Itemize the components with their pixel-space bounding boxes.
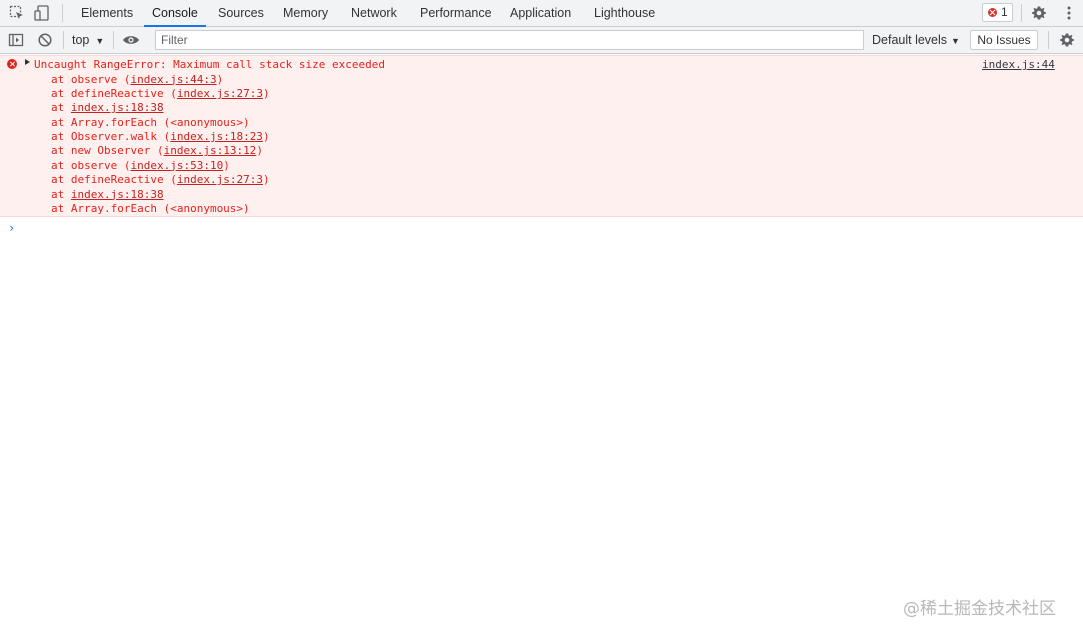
settings-gear-icon[interactable] <box>1031 5 1047 21</box>
live-expression-eye-icon[interactable] <box>122 32 139 48</box>
error-icon <box>7 59 17 69</box>
divider <box>62 4 63 22</box>
source-link[interactable]: index.js:44 <box>982 58 1055 72</box>
console-error-message: Uncaught RangeError: Maximum call stack … <box>0 55 1083 217</box>
stack-frame: at defineReactive (index.js:27:3) <box>51 173 270 187</box>
stack-frame-link[interactable]: index.js:13:12 <box>164 144 257 157</box>
device-toolbar-icon[interactable] <box>34 5 50 21</box>
stack-frame: at Array.forEach (<anonymous>) <box>51 115 250 129</box>
tab-lighthouse[interactable]: Lighthouse <box>594 0 655 26</box>
clear-console-icon[interactable] <box>37 32 53 48</box>
tab-elements[interactable]: Elements <box>81 0 133 26</box>
tab-memory[interactable]: Memory <box>283 0 328 26</box>
stack-trace: at observe (index.js:44:3) at defineReac… <box>51 73 270 217</box>
error-count: 1 <box>1001 5 1008 19</box>
tab-network[interactable]: Network <box>351 0 397 26</box>
error-count-badge[interactable]: 1 <box>982 3 1013 22</box>
context-label: top <box>72 33 90 47</box>
tab-sources[interactable]: Sources <box>218 0 264 26</box>
inspect-element-icon[interactable] <box>9 5 25 21</box>
divider <box>1021 4 1022 22</box>
divider <box>63 31 64 49</box>
stack-frame: at Observer.walk (index.js:18:23) <box>51 130 270 144</box>
stack-frame: at index.js:18:38 <box>51 101 164 115</box>
stack-frame: at defineReactive (index.js:27:3) <box>51 86 270 100</box>
stack-frame-link[interactable]: index.js:27:3 <box>177 87 263 100</box>
sidebar-toggle-icon[interactable] <box>8 32 24 48</box>
context-selector[interactable]: top ▼ <box>72 27 104 53</box>
console-prompt-icon[interactable]: › <box>8 221 15 235</box>
levels-label: Default levels <box>872 33 948 47</box>
console-settings-gear-icon[interactable] <box>1059 32 1075 48</box>
stack-frame: at observe (index.js:53:10) <box>51 158 230 172</box>
stack-frame-link[interactable]: index.js:18:38 <box>71 188 164 201</box>
stack-frame: at observe (index.js:44:3) <box>51 72 224 86</box>
watermark-text: @稀土掘金技术社区 <box>903 599 1056 619</box>
filter-input[interactable] <box>155 30 864 50</box>
stack-frame: at new Observer (index.js:13:12) <box>51 144 263 158</box>
more-options-icon[interactable] <box>1061 5 1077 21</box>
error-icon <box>988 8 997 17</box>
error-text: Uncaught RangeError: Maximum call stack … <box>34 58 385 71</box>
devtools-tabbar: Elements Console Sources Memory Network … <box>0 0 1083 27</box>
tab-application[interactable]: Application <box>510 0 571 26</box>
stack-frame: at Array.forEach (<anonymous>) <box>51 202 250 216</box>
tab-performance[interactable]: Performance <box>420 0 492 26</box>
divider <box>113 31 114 49</box>
stack-frame: at index.js:18:38 <box>51 187 164 201</box>
stack-frame-link[interactable]: index.js:44:3 <box>130 73 216 86</box>
divider <box>1048 31 1049 49</box>
dropdown-arrow-icon: ▼ <box>95 36 105 46</box>
console-toolbar: top▼ Default levels▼ No Issues <box>0 27 1083 54</box>
expand-triangle-icon[interactable] <box>25 59 30 65</box>
dropdown-arrow-icon: ▼ <box>951 36 960 46</box>
log-levels-dropdown[interactable]: Default levels ▼ <box>872 27 960 53</box>
issues-button[interactable]: No Issues <box>970 30 1038 50</box>
tab-console[interactable]: Console <box>144 0 206 27</box>
stack-frame-link[interactable]: index.js:27:3 <box>177 173 263 186</box>
stack-frame-link[interactable]: index.js:18:38 <box>71 101 164 114</box>
stack-frame-link[interactable]: index.js:18:23 <box>170 130 263 143</box>
stack-frame-link[interactable]: index.js:53:10 <box>130 159 223 172</box>
